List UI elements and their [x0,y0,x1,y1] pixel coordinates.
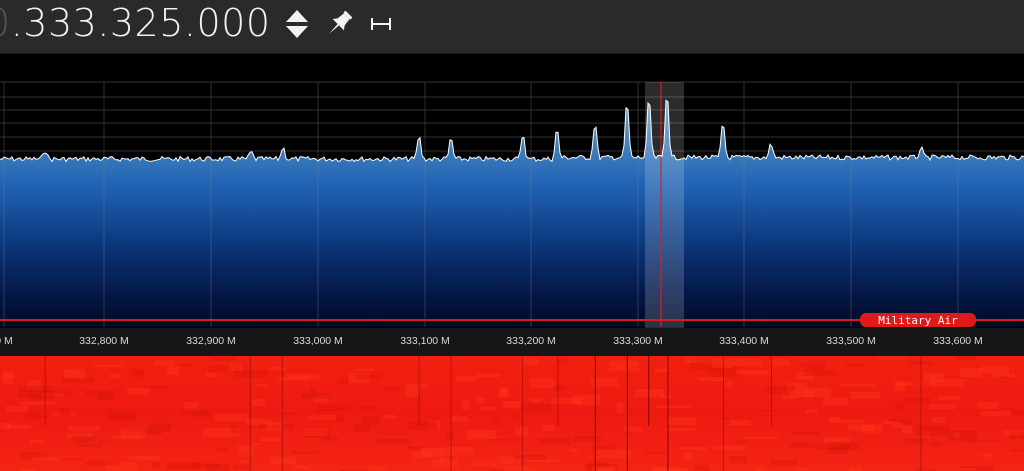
waterfall-display[interactable] [0,356,1024,471]
axis-tick-label: 333,000 M [293,335,343,347]
axis-tick-label: 332,800 M [79,335,129,347]
frequency-dim-digit[interactable]: 0 [0,1,11,45]
spectrum-fill [0,100,1024,328]
spectrum-trace [0,99,1024,163]
axis-tick-label: 333,200 M [506,335,556,347]
pin-icon[interactable] [322,8,356,40]
axis-tick-label: 333,500 M [826,335,876,347]
axis-tick-label: 0 M [0,335,13,347]
frequency-digits[interactable]: .333.325.000 [11,1,271,45]
frequency-axis[interactable]: 0 M 332,800 M 332,900 M 333,000 M 333,10… [0,328,1024,356]
frequency-display[interactable]: 0.333.325.000 [0,0,271,46]
axis-tick-label: 332,900 M [186,335,236,347]
axis-tick-label: 333,600 M [933,335,983,347]
range-width-icon[interactable] [368,13,394,35]
axis-tick-label: 333,300 M [613,335,663,347]
axis-tick-label: 333,100 M [400,335,450,347]
axis-tick-label: 333,400 M [719,335,769,347]
frequency-toolbar: 0.333.325.000 [0,0,1024,54]
bandplan-military-air[interactable]: Military Air [860,313,976,327]
up-down-arrows-icon[interactable] [284,8,310,40]
spectrum-plot[interactable]: Military Air [0,55,1024,355]
bandplan-label: Military Air [878,314,958,327]
